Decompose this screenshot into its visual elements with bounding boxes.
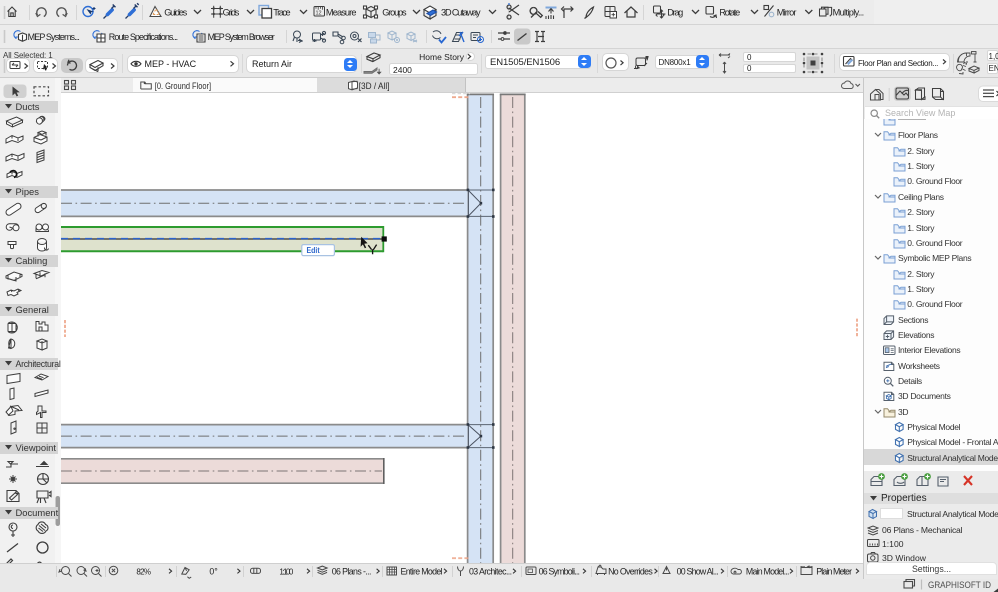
svg-text:MEP Systems...: MEP Systems... bbox=[28, 32, 80, 42]
svg-text:Viewpoint: Viewpoint bbox=[16, 442, 57, 453]
svg-text:Floor Plan and Section...: Floor Plan and Section... bbox=[858, 59, 938, 68]
svg-text:[3D / All]: [3D / All] bbox=[359, 81, 390, 91]
svg-text:06 Symboli...: 06 Symboli... bbox=[539, 566, 580, 576]
svg-text:General: General bbox=[16, 304, 49, 315]
svg-text:Guides: Guides bbox=[164, 8, 187, 18]
svg-text:MEP - HVAC: MEP - HVAC bbox=[145, 59, 197, 69]
svg-text:[0. Ground Floor]: [0. Ground Floor] bbox=[155, 81, 211, 91]
svg-text:Measure: Measure bbox=[326, 8, 357, 18]
svg-text:No Overrides: No Overrides bbox=[608, 566, 653, 576]
svg-text:Route Specifications...: Route Specifications... bbox=[109, 32, 178, 42]
svg-text:06 Plans -...: 06 Plans -... bbox=[332, 566, 372, 576]
svg-text:12: 12 bbox=[316, 11, 322, 17]
svg-text:00 Show Al...: 00 Show Al... bbox=[677, 566, 719, 576]
svg-text:1:100: 1:100 bbox=[279, 567, 293, 576]
svg-text:Edit: Edit bbox=[307, 246, 320, 255]
svg-text:Pipes: Pipes bbox=[16, 186, 40, 197]
svg-text:Mirror: Mirror bbox=[777, 8, 797, 18]
svg-text:Plain Meter: Plain Meter bbox=[816, 566, 852, 576]
svg-text:Ducts: Ducts bbox=[16, 101, 40, 112]
svg-text:Grids: Grids bbox=[223, 8, 240, 18]
svg-text:03 Architec...: 03 Architec... bbox=[469, 566, 512, 576]
svg-text:Main Model...: Main Model... bbox=[746, 566, 790, 576]
svg-text:Cabling: Cabling bbox=[16, 255, 48, 266]
svg-text:82%: 82% bbox=[136, 567, 151, 576]
svg-text:3D Cutaway: 3D Cutaway bbox=[441, 8, 481, 18]
svg-text:MEP System Browser: MEP System Browser bbox=[208, 32, 275, 42]
svg-text:Architectural: Architectural bbox=[16, 359, 61, 369]
svg-text:Rotate: Rotate bbox=[719, 8, 740, 18]
svg-text:Drag: Drag bbox=[667, 8, 683, 18]
svg-text:GRAPHISOFT ID: GRAPHISOFT ID bbox=[928, 579, 991, 590]
svg-text:0°: 0° bbox=[209, 566, 217, 576]
svg-text:Groups: Groups bbox=[382, 8, 407, 18]
svg-text:Document: Document bbox=[16, 507, 59, 518]
svg-text:Return Air: Return Air bbox=[252, 59, 292, 69]
svg-text:Multiply...: Multiply... bbox=[833, 8, 865, 18]
svg-text:Entire Model: Entire Model bbox=[401, 566, 443, 576]
svg-text:Trace: Trace bbox=[273, 8, 290, 18]
